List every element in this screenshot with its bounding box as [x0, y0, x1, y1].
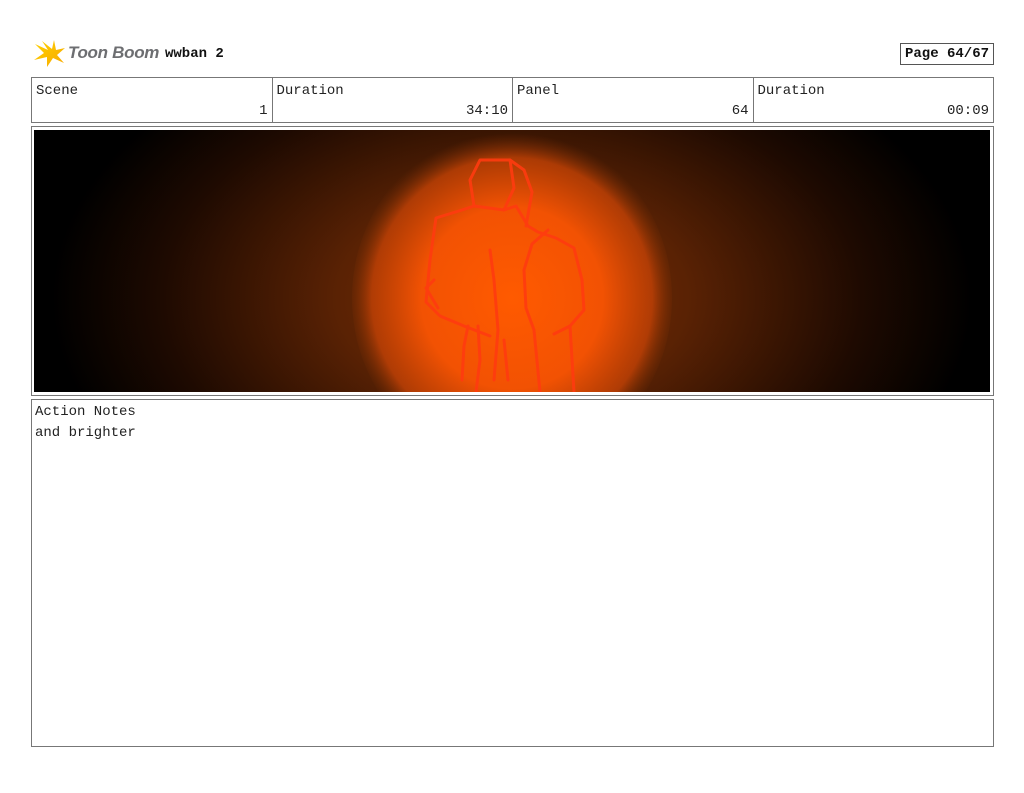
- storyboard-header: Toon Boom wwban 2 Page 64/67: [32, 36, 994, 70]
- panel-duration-label: Duration: [757, 83, 825, 99]
- panel-duration-cell: Duration 00:09: [754, 78, 994, 122]
- panel-label: Panel: [517, 83, 560, 99]
- logo-text: Toon Boom: [68, 43, 160, 62]
- page-indicator: Page 64/67: [899, 43, 994, 65]
- action-notes-text: and brighter: [35, 425, 136, 441]
- toon-boom-star-icon: [34, 40, 65, 67]
- panel-duration-value: 00:09: [946, 103, 989, 119]
- action-notes-box: Action Notes and brighter: [31, 399, 994, 747]
- action-notes-label: Action Notes: [35, 404, 136, 420]
- scene-value: 1: [259, 103, 268, 119]
- panel-info-row: Scene 1 Duration 34:10 Panel 64 Duration…: [31, 77, 994, 123]
- scene-label: Scene: [36, 83, 79, 99]
- sketch-figure-image: [34, 130, 990, 392]
- panel-frame: [31, 126, 994, 396]
- project-title: wwban 2: [165, 46, 224, 62]
- panel-cell: Panel 64: [513, 78, 754, 122]
- scene-duration-label: Duration: [276, 83, 344, 99]
- scene-cell: Scene 1: [32, 78, 273, 122]
- scene-duration-cell: Duration 34:10: [273, 78, 513, 122]
- scene-duration-value: 34:10: [465, 103, 508, 119]
- panel-drawing: [34, 130, 990, 392]
- toon-boom-logo: Toon Boom: [32, 36, 159, 70]
- panel-value: 64: [731, 103, 749, 119]
